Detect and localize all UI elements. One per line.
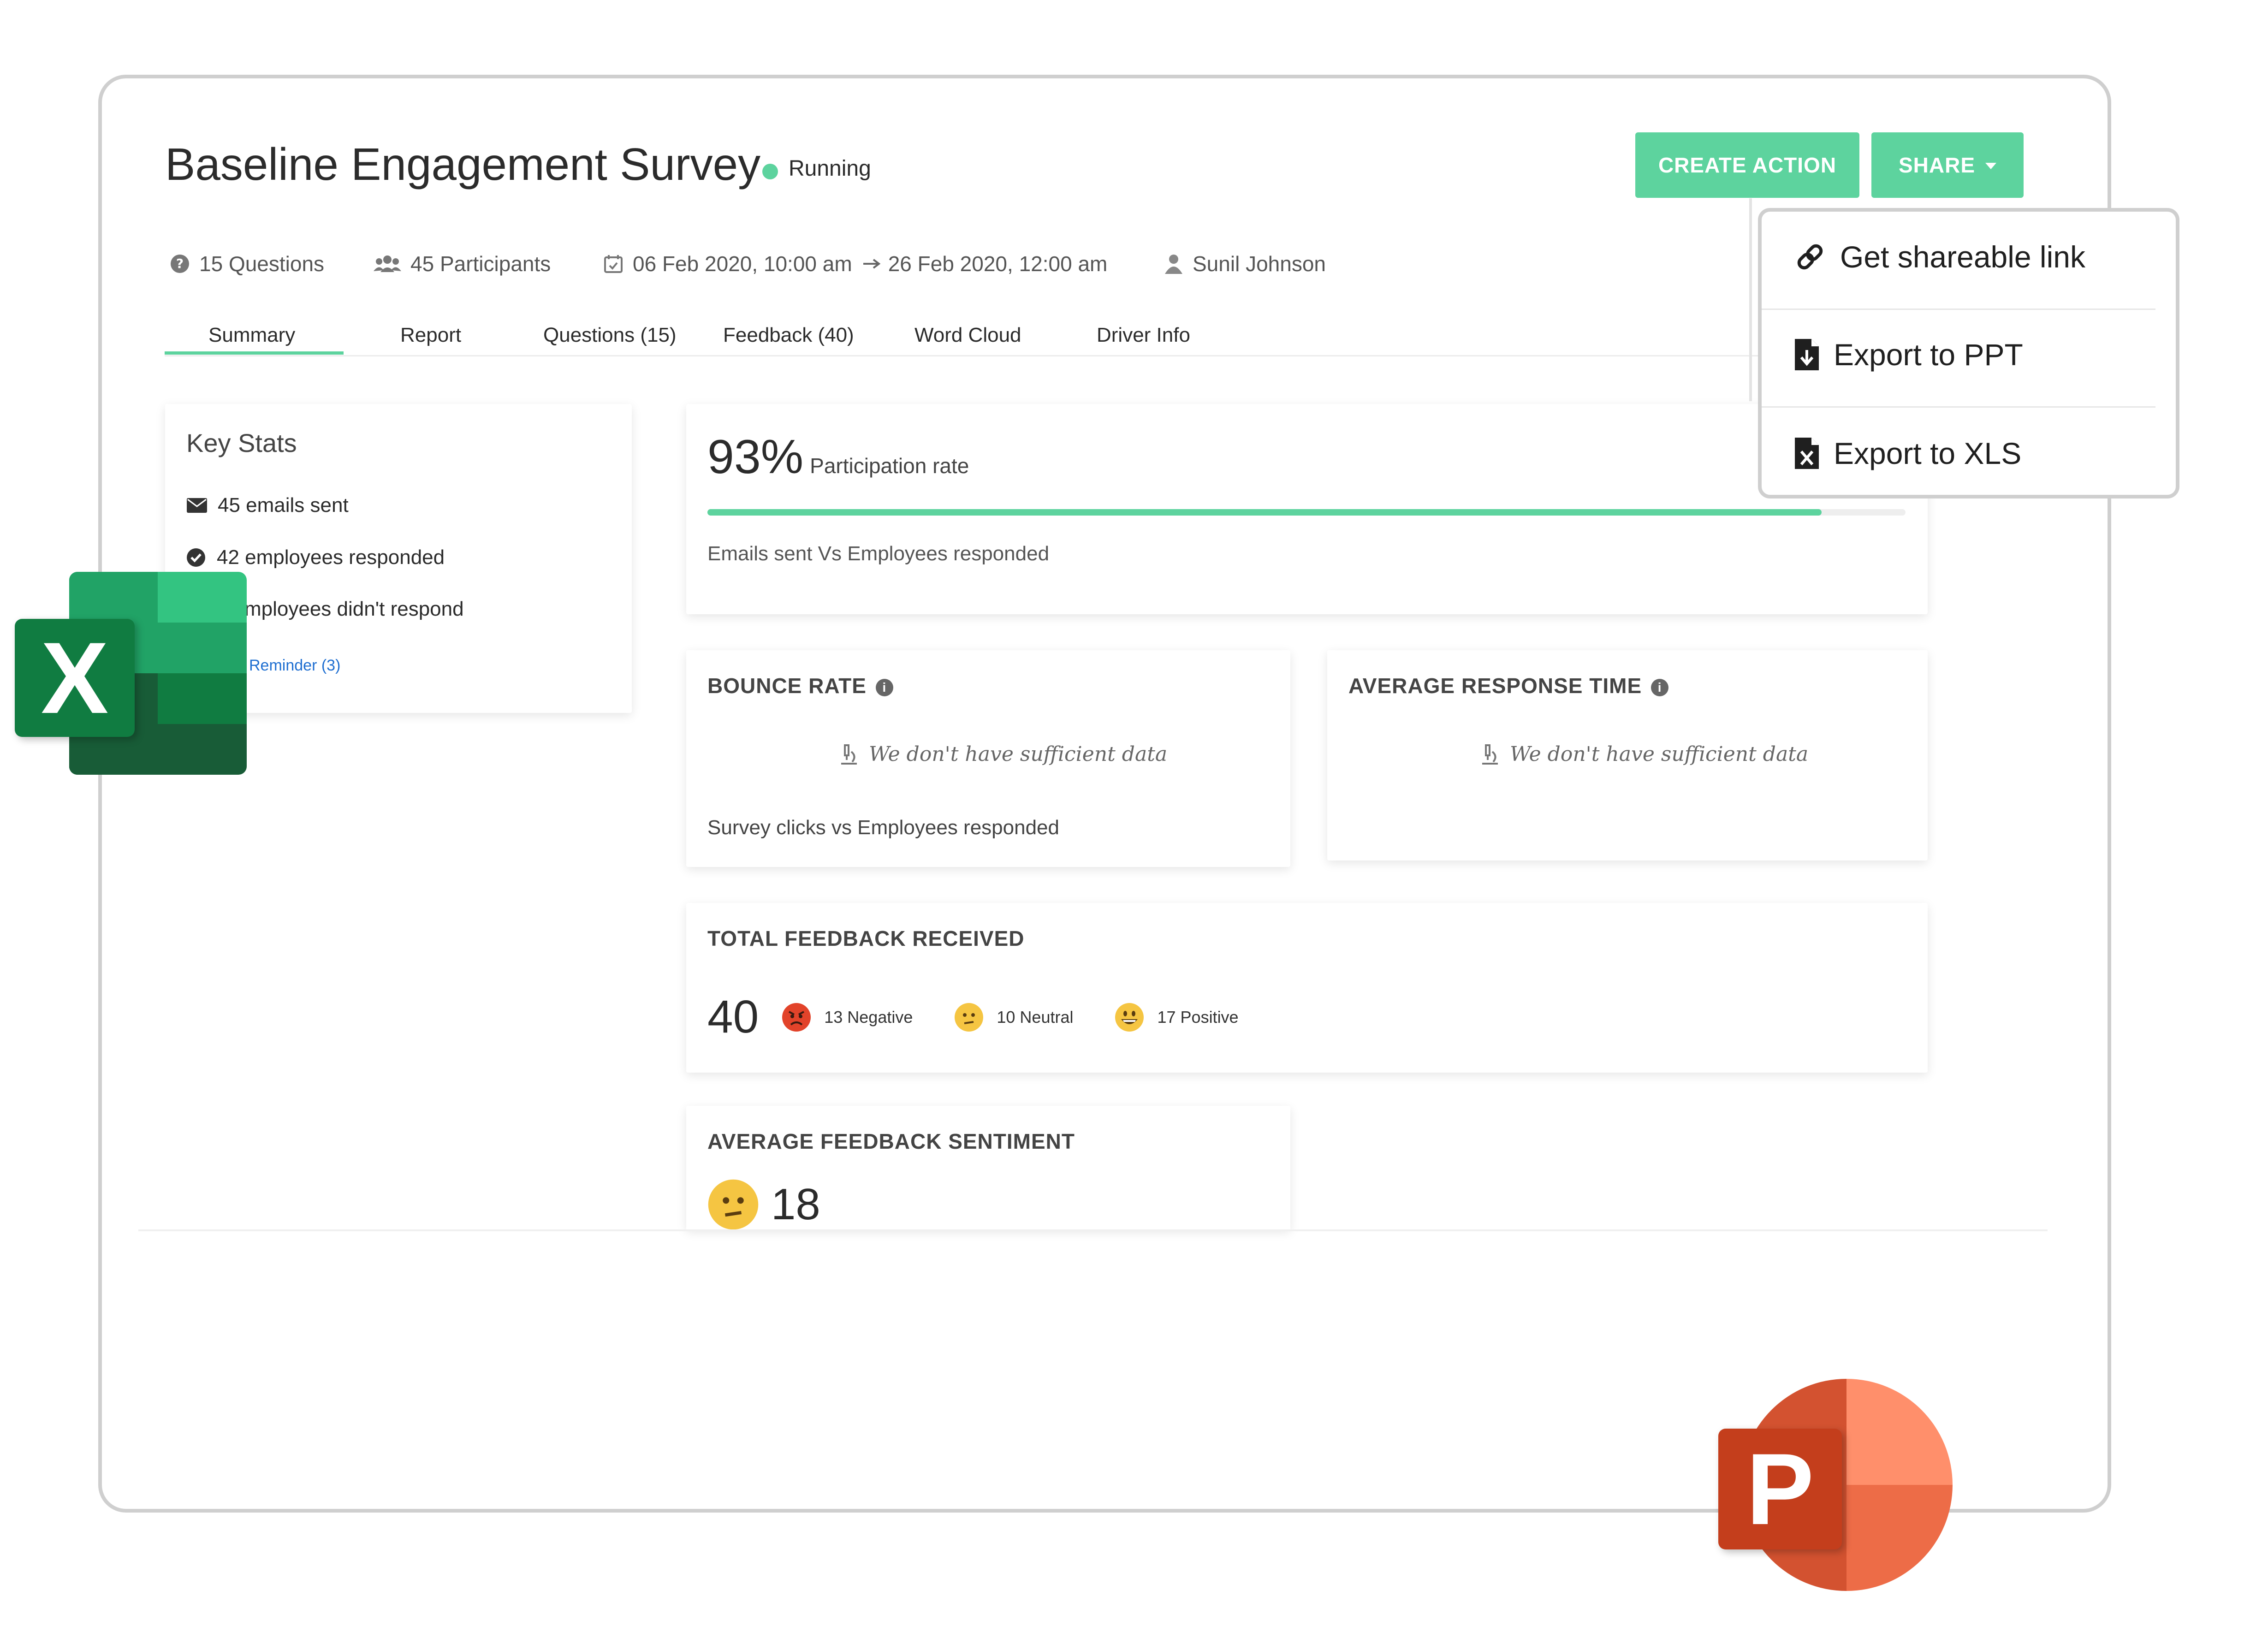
status-label: Running: [789, 156, 871, 181]
check-circle-icon: [187, 548, 205, 567]
participation-caption: Emails sent Vs Employees responded: [707, 542, 1050, 565]
avg-response-time-card: AVERAGE RESPONSE TIME i We don't have suf…: [1327, 650, 1928, 860]
tab-report[interactable]: Report: [400, 324, 461, 347]
angry-face-icon: [782, 1003, 811, 1032]
participation-label: Participation rate: [810, 454, 969, 478]
tab-feedback[interactable]: Feedback (40): [723, 324, 854, 347]
participation-header: 93% Participation rate: [707, 430, 969, 485]
avg-sentiment-value: 18: [771, 1180, 820, 1229]
powerpoint-logo-badge: P: [1718, 1429, 1842, 1549]
menu-item-shareable-link-label: Get shareable link: [1840, 240, 2085, 274]
menu-item-export-ppt[interactable]: Export to PPT: [1794, 337, 2023, 372]
key-stats-title: Key Stats: [186, 428, 297, 457]
link-icon: [1797, 244, 1823, 270]
share-label: SHARE: [1898, 153, 1976, 177]
share-button[interactable]: SHARE: [1871, 132, 2024, 198]
meta-questions: ? 15 Questions: [170, 251, 324, 276]
bounce-rate-caption: Survey clicks vs Employees responded: [707, 816, 1059, 839]
meta-owner: Sunil Johnson: [1164, 251, 1326, 276]
envelope-icon: [187, 498, 207, 513]
total-feedback-card: TOTAL FEEDBACK RECEIVED 40 13 Negative 1…: [686, 903, 1928, 1073]
bounce-rate-no-data: We don't have sufficient data: [838, 742, 1167, 766]
excel-logo-badge: X: [15, 619, 135, 737]
tab-questions[interactable]: Questions (15): [543, 324, 677, 347]
emails-sent-stat: 45 emails sent: [186, 494, 349, 517]
file-excel-icon: [1795, 438, 1819, 469]
feedback-breakdown: 40 13 Negative 10 Neutral 17 Positive: [707, 991, 1239, 1044]
info-icon[interactable]: i: [875, 678, 893, 696]
active-tab-indicator: [165, 351, 344, 355]
excel-logo-letter: X: [41, 621, 109, 735]
menu-item-export-xls-label: Export to XLS: [1834, 436, 2022, 470]
start-date: 06 Feb 2020, 10:00 am: [633, 252, 852, 276]
total-feedback-title: TOTAL FEEDBACK RECEIVED: [707, 926, 1025, 950]
users-icon: [374, 255, 401, 272]
content-bottom-divider: [138, 1229, 2048, 1231]
participants-count: 45 Participants: [410, 252, 551, 276]
share-dropdown-menu: Get shareable link Export to PPT Export …: [1758, 208, 2179, 498]
meta-dates: 06 Feb 2020, 10:00 am 26 Feb 2020, 12:00…: [603, 251, 1107, 276]
avg-response-time-title: AVERAGE RESPONSE TIME i: [1348, 673, 1669, 698]
responded-text: 42 employees responded: [217, 546, 445, 569]
powerpoint-logo-letter: P: [1746, 1432, 1814, 1546]
arrow-right-icon: [863, 259, 881, 269]
excel-logo: X: [15, 572, 247, 775]
negative-count: 13 Negative: [824, 1007, 913, 1027]
reminder-link[interactable]: Reminder (3): [249, 657, 340, 675]
neutral-count: 10 Neutral: [997, 1007, 1074, 1027]
tabs-divider: [165, 355, 1917, 356]
tab-driver-info[interactable]: Driver Info: [1097, 324, 1190, 347]
tab-summary[interactable]: Summary: [208, 324, 295, 347]
bounce-rate-title: BOUNCE RATE i: [707, 673, 893, 698]
bounce-rate-title-text: BOUNCE RATE: [707, 674, 867, 698]
menu-divider: [1762, 406, 2155, 408]
svg-text:?: ?: [176, 256, 184, 271]
avg-sentiment-value-row: 18: [707, 1179, 820, 1230]
happy-face-icon: [1115, 1003, 1144, 1032]
file-download-icon: [1795, 339, 1819, 370]
info-icon[interactable]: i: [1651, 678, 1669, 696]
neutral-face-icon: [708, 1179, 759, 1230]
user-icon: [1165, 255, 1182, 274]
menu-item-shareable-link[interactable]: Get shareable link: [1794, 239, 2085, 274]
question-circle-icon: ?: [171, 255, 189, 273]
powerpoint-logo: P: [1718, 1379, 1953, 1591]
microscope-icon: [1482, 744, 1498, 765]
menu-item-export-xls[interactable]: Export to XLS: [1794, 436, 2021, 471]
microscope-icon: [841, 744, 857, 765]
not-responded-text: mployees didn't respond: [244, 598, 464, 620]
dropdown-shadow-edge: [1749, 198, 1752, 401]
calendar-icon: [604, 255, 623, 273]
chevron-down-icon: [1985, 163, 1997, 169]
participation-progress-fill: [707, 509, 1822, 516]
emails-sent-text: 45 emails sent: [218, 494, 349, 516]
feedback-count: 40: [707, 991, 759, 1043]
menu-divider: [1762, 309, 2155, 310]
participation-value: 93%: [707, 430, 804, 484]
positive-count: 17 Positive: [1157, 1007, 1239, 1027]
status-dot: [762, 164, 778, 179]
neutral-face-icon: [955, 1003, 984, 1032]
avg-response-time-title-text: AVERAGE RESPONSE TIME: [1348, 674, 1642, 698]
participation-progress-track: [707, 509, 1906, 516]
page-title: Baseline Engagement Survey: [165, 139, 761, 190]
create-action-button[interactable]: CREATE ACTION: [1635, 132, 1859, 198]
end-date: 26 Feb 2020, 12:00 am: [888, 252, 1108, 276]
responded-stat: 42 employees responded: [186, 546, 445, 569]
menu-item-export-ppt-label: Export to PPT: [1834, 338, 2023, 372]
questions-count: 15 Questions: [199, 252, 325, 276]
avg-sentiment-card: AVERAGE FEEDBACK SENTIMENT 18: [686, 1106, 1290, 1230]
tab-word-cloud[interactable]: Word Cloud: [914, 324, 1021, 347]
avg-response-time-no-data-text: We don't have sufficient data: [1510, 742, 1809, 766]
create-action-label: CREATE ACTION: [1658, 153, 1837, 177]
avg-sentiment-title: AVERAGE FEEDBACK SENTIMENT: [707, 1129, 1075, 1153]
bounce-rate-card: BOUNCE RATE i We don't have sufficient da…: [686, 650, 1290, 867]
participation-card: 93% Participation rate Emails sent Vs Em…: [686, 404, 1928, 614]
owner-name: Sunil Johnson: [1193, 252, 1326, 276]
avg-response-time-no-data: We don't have sufficient data: [1479, 742, 1808, 766]
meta-participants: 45 Participants: [374, 251, 551, 276]
bounce-rate-no-data-text: We don't have sufficient data: [869, 742, 1168, 766]
